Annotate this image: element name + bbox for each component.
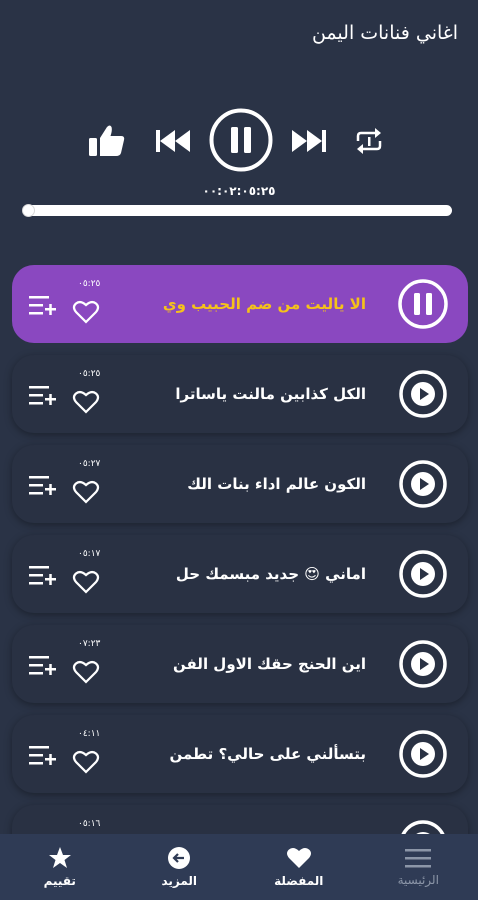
previous-icon	[156, 130, 190, 152]
add-to-playlist-button[interactable]	[28, 293, 58, 321]
song-row[interactable]: الا ياليت من ضم الحبيب وي ٠٥:٢٥	[12, 265, 468, 343]
like-button[interactable]	[86, 122, 128, 160]
playlist-add-icon	[29, 566, 56, 585]
star-icon	[48, 847, 71, 868]
play-song-button[interactable]	[398, 369, 448, 419]
playlist-add-icon	[29, 296, 56, 315]
song-duration: ٠٥:٢٥	[78, 369, 101, 379]
add-to-playlist-button[interactable]	[28, 563, 58, 591]
pause-icon	[209, 108, 273, 172]
song-title: الا ياليت من ضم الحبيب وي	[162, 295, 366, 313]
song-row[interactable]: الكون عالم اداء بنات الك ٠٥:٢٧	[12, 445, 468, 523]
heart-outline-icon	[72, 750, 100, 774]
nav-rate-label: تقييم	[43, 874, 76, 888]
favorite-button[interactable]	[72, 659, 102, 687]
playlist-add-icon	[29, 386, 56, 405]
progress-bar[interactable]	[22, 204, 452, 217]
nav-home-label: الرئيسية	[397, 873, 439, 887]
song-title: الكون عالم اداء بنات الك	[187, 475, 366, 493]
play-song-button[interactable]	[398, 639, 448, 689]
heart-icon	[286, 848, 311, 868]
add-to-playlist-button[interactable]	[28, 743, 58, 771]
add-to-playlist-button[interactable]	[28, 383, 58, 411]
repeat-icon	[356, 128, 382, 154]
nav-favorites[interactable]: المفضلة	[239, 834, 359, 900]
nav-more[interactable]: المزيد	[120, 834, 240, 900]
heart-outline-icon	[72, 300, 100, 324]
song-title: الكل كذابين مالنت ياساترا	[175, 385, 366, 403]
heart-outline-icon	[72, 570, 100, 594]
playlist-add-icon	[29, 476, 56, 495]
song-duration: ٠٥:٢٧	[78, 459, 101, 469]
play-icon	[399, 370, 447, 418]
play-song-button[interactable]	[398, 459, 448, 509]
play-song-button[interactable]	[398, 729, 448, 779]
song-duration: ٠٤:١١	[78, 729, 101, 739]
song-row[interactable]: اين الحنج حقك الاول الفن ٠٧:٢٣	[12, 625, 468, 703]
arrow-back-circle-icon	[168, 847, 191, 869]
player-controls	[0, 108, 478, 174]
next-button[interactable]	[288, 124, 330, 158]
favorite-button[interactable]	[72, 479, 102, 507]
heart-outline-icon	[72, 480, 100, 504]
menu-icon	[405, 849, 432, 868]
pause-icon	[398, 279, 448, 329]
page-title: اغاني فنانات اليمن	[311, 22, 458, 44]
play-icon	[401, 820, 445, 835]
bottom-navigation: تقييم المزيد المفضلة الرئيسية	[0, 834, 478, 900]
nav-rate[interactable]: تقييم	[0, 834, 120, 900]
song-row[interactable]: الكل كذابين مالنت ياساترا ٠٥:٢٥	[12, 355, 468, 433]
time-readout: ٠٠:٠٢:٠٥:٢٥	[202, 184, 276, 198]
pause-song-button[interactable]	[398, 279, 448, 329]
add-to-playlist-button[interactable]	[28, 473, 58, 501]
song-row[interactable]: ٠٥:١٦	[12, 805, 468, 835]
heart-outline-icon	[72, 660, 100, 684]
nav-more-label: المزيد	[161, 874, 198, 888]
nav-favorites-label: المفضلة	[274, 874, 324, 888]
song-row[interactable]: بتسألني على حالي؟ تطمن ٠٤:١١	[12, 715, 468, 793]
song-title: اين الحنج حقك الاول الفن	[173, 655, 366, 673]
playlist-add-icon	[29, 656, 56, 675]
song-duration: ٠٥:١٦	[78, 819, 101, 829]
pause-button[interactable]	[209, 108, 273, 172]
favorite-button[interactable]	[72, 749, 102, 777]
play-icon	[399, 640, 447, 688]
play-song-button[interactable]	[398, 549, 448, 599]
song-row[interactable]: اماني 😍 جديد مبسمك حل ٠٥:١٧	[12, 535, 468, 613]
favorite-button[interactable]	[72, 389, 102, 417]
song-duration: ٠٥:١٧	[78, 549, 101, 559]
song-title: اماني 😍 جديد مبسمك حل	[175, 565, 366, 583]
like-icon	[89, 125, 125, 156]
previous-button[interactable]	[152, 124, 194, 158]
repeat-button[interactable]	[352, 126, 386, 156]
nav-home[interactable]: الرئيسية	[359, 834, 478, 900]
playlist-add-icon	[29, 746, 56, 765]
song-title: بتسألني على حالي؟ تطمن	[169, 745, 366, 763]
add-to-playlist-button[interactable]	[28, 653, 58, 681]
play-song-button[interactable]	[398, 819, 448, 835]
song-duration: ٠٥:٢٥	[78, 279, 101, 289]
song-duration: ٠٧:٢٣	[78, 639, 101, 649]
next-icon	[292, 130, 326, 152]
favorite-button[interactable]	[72, 299, 102, 327]
heart-outline-icon	[72, 390, 100, 414]
progress-knob[interactable]	[22, 204, 35, 217]
play-icon	[399, 460, 447, 508]
play-icon	[399, 550, 447, 598]
song-list: الا ياليت من ضم الحبيب وي ٠٥:٢٥ الكل كذابي…	[0, 265, 478, 835]
play-icon	[399, 730, 447, 778]
favorite-button[interactable]	[72, 569, 102, 597]
